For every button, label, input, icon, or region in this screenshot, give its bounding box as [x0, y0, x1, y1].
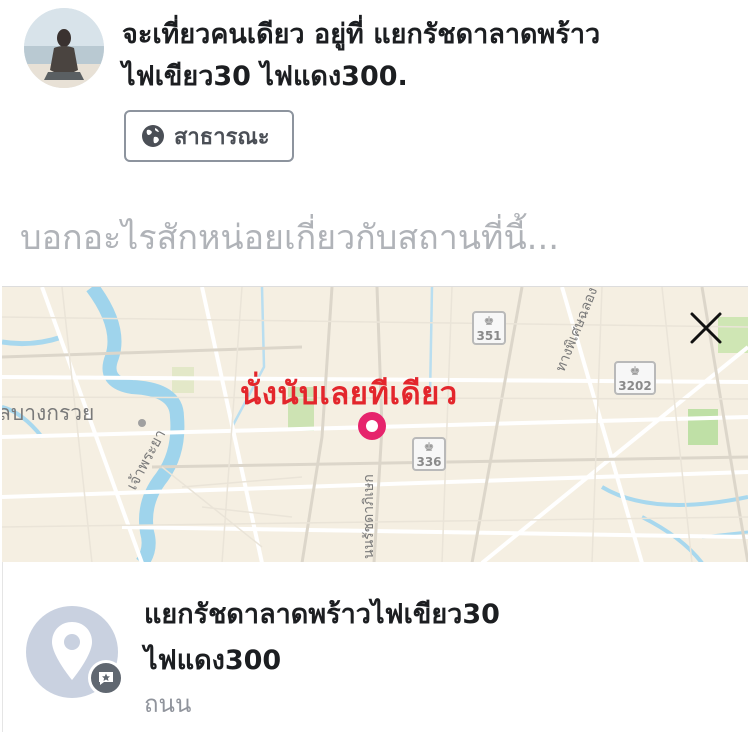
avatar-photo	[24, 8, 104, 88]
privacy-label: สาธารณะ	[174, 124, 270, 150]
place-category: ถนน	[144, 690, 192, 718]
place-title[interactable]: แยกรัชดาลาดพร้าวไฟเขียว30 ไฟแดง300	[144, 592, 704, 684]
map-place-label: ลบางกรวย	[2, 401, 95, 425]
place-badge	[88, 660, 124, 696]
post-header-line1: จะเที่ยวคนเดียว อยู่ที่ แยกรัชดาลาดพร้าว	[122, 19, 601, 50]
map-road-label: นนรัชดาภิเษก	[361, 474, 377, 559]
composer-input[interactable]: บอกอะไรสักหน่อยเกี่ยวกับสถานที่นี้...	[20, 210, 559, 264]
review-icon	[99, 672, 113, 685]
close-icon	[690, 312, 722, 344]
route-shield: 351	[472, 311, 506, 345]
place-title-line1: แยกรัชดาลาดพร้าวไฟเขียว30	[144, 599, 500, 630]
place-title-line2: ไฟแดง300	[144, 645, 282, 676]
map-location-pin-icon	[358, 412, 386, 440]
post-header-line2: ไฟเขียว30 ไฟแดง300.	[122, 61, 408, 92]
route-shield: 336	[412, 437, 446, 471]
avatar[interactable]	[24, 8, 104, 88]
post-header: จะเที่ยวคนเดียว อยู่ที่ แยกรัชดาลาดพร้าว…	[122, 14, 732, 98]
close-button[interactable]	[688, 310, 724, 346]
privacy-selector-button[interactable]: สาธารณะ	[124, 110, 294, 162]
route-shield: 3202	[614, 361, 656, 395]
map-overlay-text: นั่งนับเลยทีเดียว	[240, 376, 458, 412]
globe-icon	[142, 125, 164, 147]
